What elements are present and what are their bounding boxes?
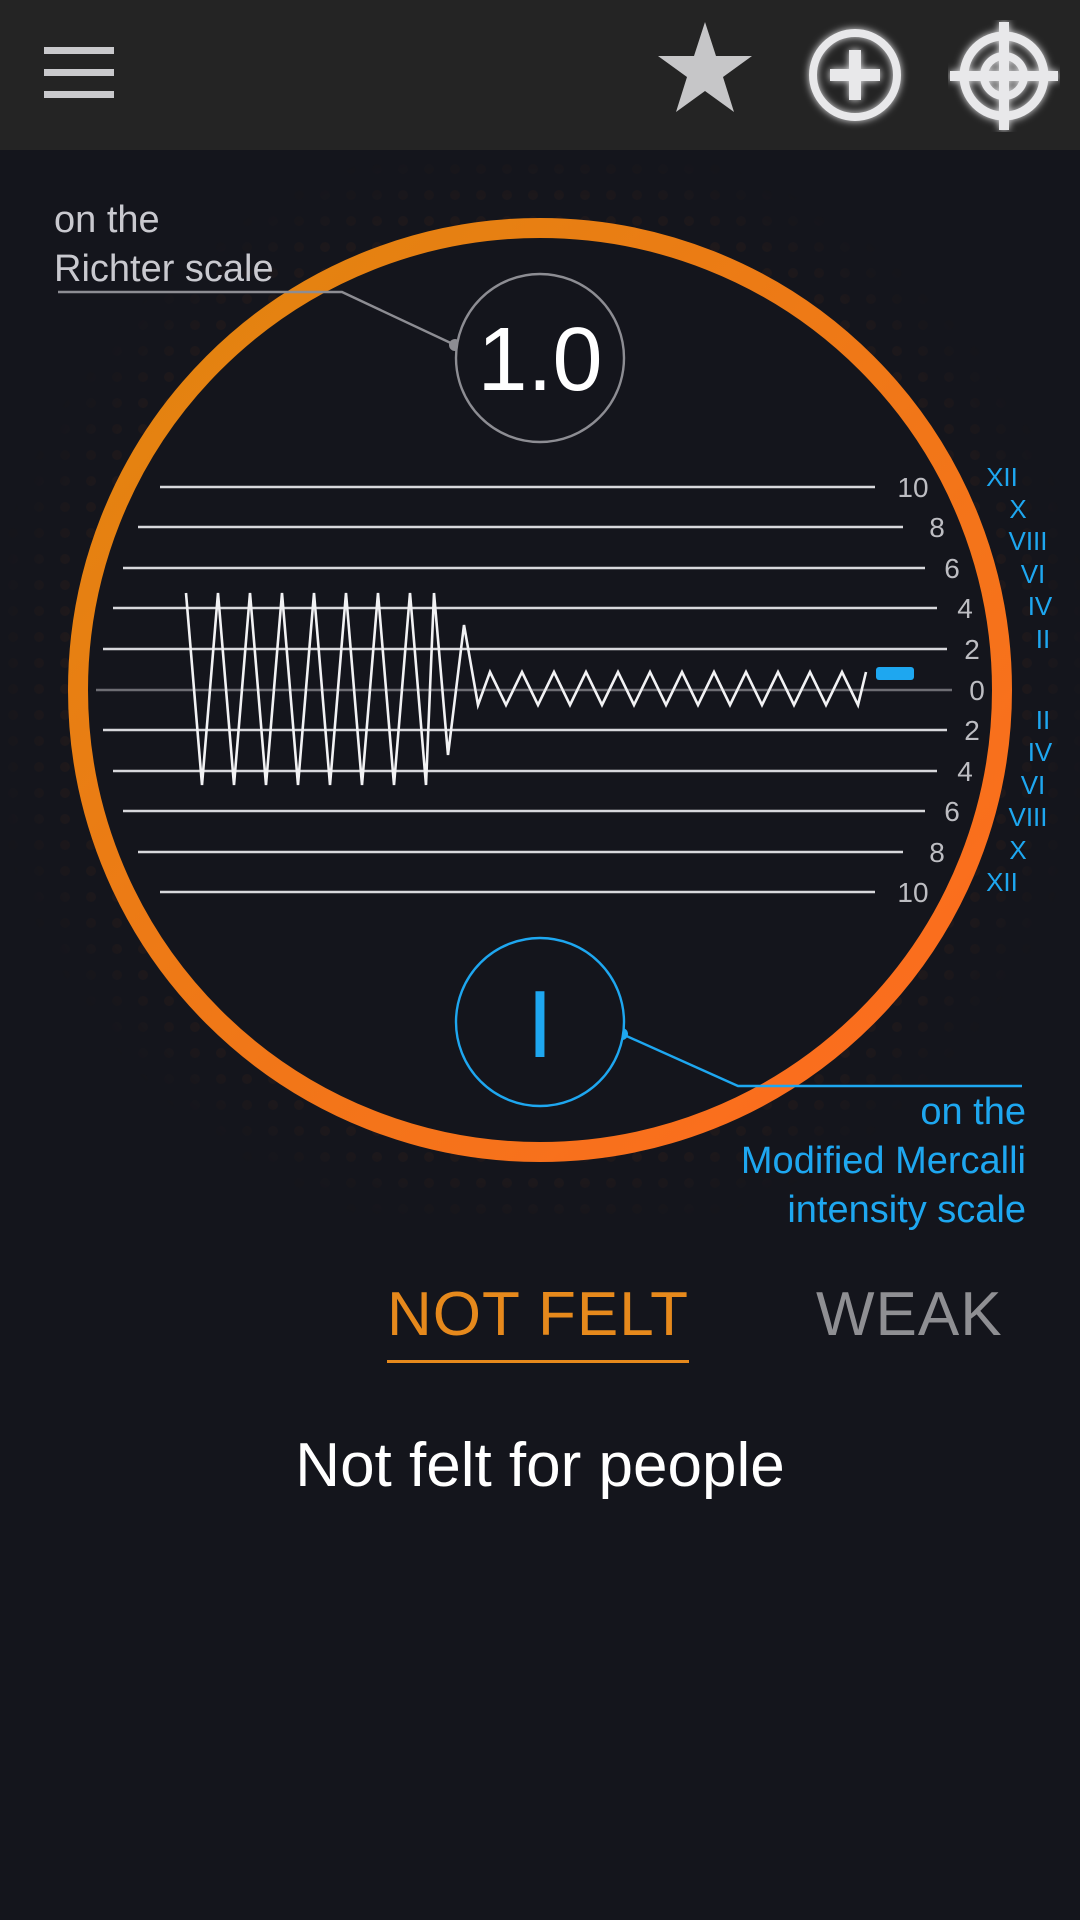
roman-numeral: VI (1021, 770, 1046, 800)
scale-number: 4 (957, 756, 973, 787)
intensity-description: Not felt for people (295, 1431, 785, 1500)
roman-numeral: II (1036, 705, 1050, 735)
level-marker (876, 667, 914, 680)
richter-label-line: Richter scale (54, 248, 274, 290)
scale-number: 10 (897, 877, 928, 908)
scale-number: 4 (957, 593, 973, 624)
intensity-tabs: NOT FELT WEAK (0, 1270, 1080, 1370)
scale-number: 6 (944, 796, 960, 827)
mercalli-label-line: Modified Mercalli (740, 1140, 1026, 1182)
mercalli-value: I (527, 971, 554, 1078)
roman-numeral: IV (1028, 591, 1053, 621)
scale-number: 2 (964, 634, 980, 665)
roman-numeral: VI (1021, 559, 1046, 589)
roman-numeral: X (1009, 835, 1026, 865)
crosshair-target-icon[interactable] (948, 20, 1060, 132)
mercalli-label-line: on the (920, 1091, 1026, 1133)
scale-number: 6 (944, 553, 960, 584)
roman-numeral: X (1009, 494, 1026, 524)
roman-numeral: IV (1028, 737, 1053, 767)
richter-value: 1.0 (477, 310, 602, 410)
scale-number: 2 (964, 715, 980, 746)
mercalli-label-line: intensity scale (787, 1189, 1026, 1231)
tab-not-felt[interactable]: NOT FELT (387, 1270, 689, 1363)
roman-numeral: XII (986, 462, 1018, 492)
roman-numeral: VIII (1008, 802, 1047, 832)
roman-numeral: II (1036, 624, 1050, 654)
scale-number: 8 (929, 512, 945, 543)
roman-numeral: XII (986, 867, 1018, 897)
hamburger-menu-icon[interactable] (44, 45, 116, 101)
plus-circle-icon[interactable] (800, 20, 910, 130)
mercalli-scale-label: on the Modified Mercalli intensity scale (626, 1088, 1026, 1235)
richter-scale-label: on the Richter scale (54, 196, 354, 294)
richter-label-line: on the (54, 199, 160, 241)
seismograph-gauge: 10 8 6 4 2 0 2 4 6 8 10 XII X VIII VI IV… (0, 150, 1080, 1230)
star-icon[interactable] (655, 18, 755, 118)
scale-number: 10 (897, 472, 928, 503)
toolbar (0, 0, 1080, 150)
scale-number: 0 (969, 675, 985, 706)
scale-number: 8 (929, 837, 945, 868)
roman-numeral: VIII (1008, 526, 1047, 556)
tab-weak[interactable]: WEAK (816, 1270, 1003, 1360)
